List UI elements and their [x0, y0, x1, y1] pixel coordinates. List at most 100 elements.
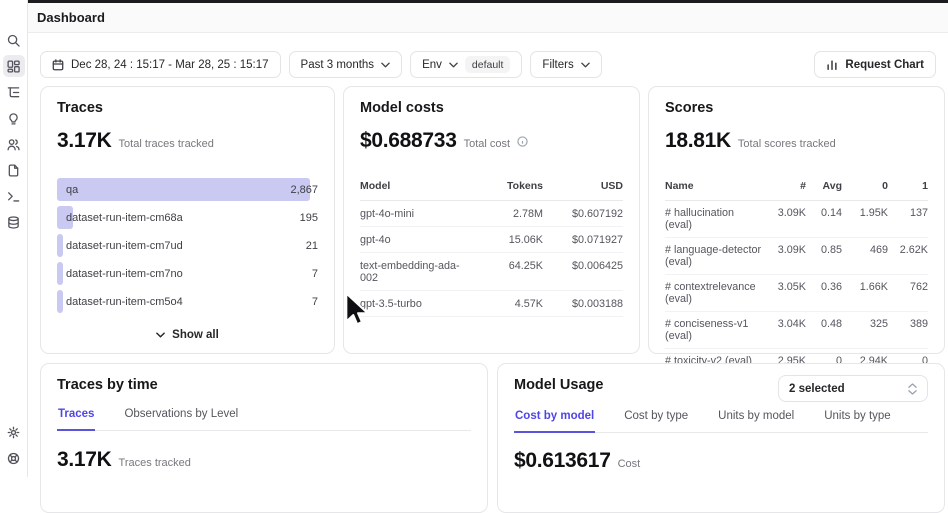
table-row: gpt-3.5-turbo 4.57K $0.003188	[360, 291, 623, 317]
trace-name: dataset-run-item-cm7ud	[57, 240, 306, 252]
traces-show-all-button[interactable]: Show all	[57, 329, 318, 341]
model-costs-total: $0.688733	[360, 129, 457, 153]
model-select[interactable]: 2 selected	[778, 375, 928, 402]
col-zero: 0	[842, 180, 888, 192]
date-range-label: Dec 28, 24 : 15:17 - Mar 28, 25 : 15:17	[71, 59, 269, 71]
traces-bar-list: qa 2,867 dataset-run-item-cm68a 195 data…	[57, 178, 318, 313]
score-avg: 0.14	[806, 207, 842, 231]
score-zero: 469	[842, 244, 888, 268]
score-name: # conciseness-v1 (eval)	[665, 318, 764, 342]
model-usage-total-row: $0.613617 Cost	[514, 449, 928, 473]
col-tokens: Tokens	[477, 180, 543, 192]
users-icon[interactable]	[3, 133, 25, 155]
table-row: # language-detector (eval) 3.09K 0.85 46…	[665, 238, 928, 275]
trace-name: dataset-run-item-cm5o4	[57, 296, 312, 308]
request-chart-label: Request Chart	[845, 59, 924, 71]
trace-name: dataset-run-item-cm68a	[57, 212, 300, 224]
traces-card-title: Traces	[57, 100, 318, 116]
gear-icon[interactable]	[3, 421, 25, 443]
model-costs-card: Model costs $0.688733 Total cost Model T…	[343, 86, 640, 354]
traces-by-time-subtitle: Traces tracked	[119, 457, 191, 469]
trace-count: 195	[300, 212, 318, 224]
date-range-button[interactable]: Dec 28, 24 : 15:17 - Mar 28, 25 : 15:17	[40, 51, 281, 78]
scores-table: Name # Avg 0 1 # hallucination (eval) 3.…	[665, 176, 928, 374]
info-icon[interactable]	[517, 136, 528, 147]
model-costs-subtitle: Total cost	[464, 138, 510, 150]
score-one: 762	[888, 281, 928, 305]
model-usd: $0.006425	[543, 260, 623, 284]
filters-label: Filters	[542, 59, 573, 71]
lifebuoy-icon[interactable]	[3, 447, 25, 469]
model-costs-title: Model costs	[360, 100, 623, 116]
model-usage-total: $0.613617	[514, 449, 611, 473]
col-model: Model	[360, 180, 477, 192]
tab-cost-by-model[interactable]: Cost by model	[514, 410, 595, 433]
database-icon[interactable]	[3, 211, 25, 233]
trace-bar-row: dataset-run-item-cm7no 7	[57, 262, 318, 285]
score-name: # hallucination (eval)	[665, 207, 764, 231]
tab-units-by-model[interactable]: Units by model	[717, 410, 795, 432]
trace-count: 21	[306, 240, 318, 252]
trace-count: 7	[312, 296, 318, 308]
col-usd: USD	[543, 180, 623, 192]
score-one: 2.62K	[888, 244, 928, 268]
model-name: gpt-4o	[360, 234, 477, 246]
score-count: 3.09K	[764, 207, 806, 231]
page-title: Dashboard	[37, 10, 105, 25]
scores-total-row: 18.81K Total scores tracked	[665, 129, 928, 153]
tab-observations-by-level[interactable]: Observations by Level	[123, 408, 239, 430]
traces-total-subtitle: Total traces tracked	[119, 138, 214, 150]
env-default-badge: default	[465, 56, 511, 73]
col-one: 1	[888, 180, 928, 192]
dashboard-page: { "header": { "title": "Dashboard" }, "s…	[0, 0, 948, 477]
filter-bar: Dec 28, 24 : 15:17 - Mar 28, 25 : 15:17 …	[40, 51, 936, 78]
lightbulb-icon[interactable]	[3, 107, 25, 129]
show-all-label: Show all	[172, 329, 219, 341]
trace-bar-row: qa 2,867	[57, 178, 318, 201]
table-row: # hallucination (eval) 3.09K 0.14 1.95K …	[665, 201, 928, 238]
scores-table-header: Name # Avg 0 1	[665, 176, 928, 201]
score-one: 137	[888, 207, 928, 231]
score-avg: 0.85	[806, 244, 842, 268]
calendar-icon	[52, 59, 64, 71]
tab-units-by-type[interactable]: Units by type	[823, 410, 891, 432]
model-usage-header: Model Usage 2 selected	[514, 377, 928, 402]
filters-button[interactable]: Filters	[530, 51, 601, 78]
list-tree-icon[interactable]	[3, 81, 25, 103]
col-count: #	[764, 180, 806, 192]
env-filter-button[interactable]: Env default	[410, 51, 522, 78]
model-tokens: 15.06K	[477, 234, 543, 246]
trace-bar-row: dataset-run-item-cm5o4 7	[57, 290, 318, 313]
col-name: Name	[665, 180, 764, 192]
model-name: gpt-4o-mini	[360, 208, 477, 220]
search-icon[interactable]	[3, 29, 25, 51]
model-name: text-embedding-ada-002	[360, 260, 477, 284]
score-name: # language-detector (eval)	[665, 244, 764, 268]
document-icon[interactable]	[3, 159, 25, 181]
model-usage-tabs: Cost by model Cost by type Units by mode…	[514, 410, 928, 433]
request-chart-button[interactable]: Request Chart	[814, 51, 936, 78]
scores-title: Scores	[665, 100, 928, 116]
model-usage-title: Model Usage	[514, 377, 603, 393]
tab-traces[interactable]: Traces	[57, 408, 95, 431]
chevron-down-icon	[581, 62, 590, 68]
model-usd: $0.003188	[543, 298, 623, 310]
traces-by-time-card: Traces by time Traces Observations by Le…	[40, 363, 488, 513]
tab-cost-by-type[interactable]: Cost by type	[623, 410, 689, 432]
traces-by-time-tabs: Traces Observations by Level	[57, 408, 471, 431]
score-count: 3.05K	[764, 281, 806, 305]
date-preset-button[interactable]: Past 3 months	[289, 51, 403, 78]
chevron-down-icon	[449, 62, 458, 68]
scores-total: 18.81K	[665, 129, 731, 153]
traces-total-row: 3.17K Total traces tracked	[57, 129, 318, 153]
model-usage-card: Model Usage 2 selected Cost by model Cos…	[497, 363, 945, 513]
dashboard-grid-icon[interactable]	[3, 55, 25, 77]
traces-total: 3.17K	[57, 129, 112, 153]
score-zero: 325	[842, 318, 888, 342]
model-usage-subtitle: Cost	[618, 458, 641, 470]
score-name: # contextrelevance (eval)	[665, 281, 764, 305]
page-header: Dashboard	[28, 3, 948, 33]
chevrons-up-down-icon	[908, 383, 917, 395]
trace-count: 2,867	[290, 184, 318, 196]
terminal-icon[interactable]	[3, 185, 25, 207]
